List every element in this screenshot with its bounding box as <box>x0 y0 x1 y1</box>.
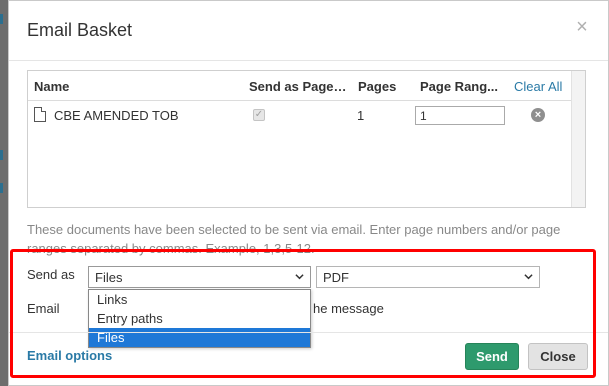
dialog-header: Email Basket × <box>9 1 608 61</box>
column-name[interactable]: Name <box>34 79 69 94</box>
clear-all-link[interactable]: Clear All <box>514 79 562 94</box>
document-name: CBE AMENDED TOB <box>54 108 179 123</box>
remove-icon[interactable]: × <box>531 108 545 122</box>
grid-header: Name Send as Pages... Pages Page Rang...… <box>28 71 585 101</box>
dialog-title: Email Basket <box>27 20 133 40</box>
table-row[interactable]: CBE AMENDED TOB ✓ 1 × <box>28 101 585 129</box>
close-icon[interactable]: × <box>574 17 590 37</box>
column-page-range[interactable]: Page Rang... <box>420 79 510 94</box>
page-count: 1 <box>357 108 365 123</box>
column-send-as-pages[interactable]: Send as Pages... <box>249 79 349 94</box>
send-as-pages-checkbox[interactable]: ✓ <box>253 109 265 121</box>
documents-grid: Name Send as Pages... Pages Page Rang...… <box>27 70 586 208</box>
grid-scroll-area <box>571 71 585 207</box>
background-page-edge <box>0 0 8 386</box>
highlight-box <box>10 249 596 378</box>
document-icon <box>34 107 46 122</box>
page-range-input[interactable] <box>415 106 505 125</box>
column-pages[interactable]: Pages <box>358 79 396 94</box>
